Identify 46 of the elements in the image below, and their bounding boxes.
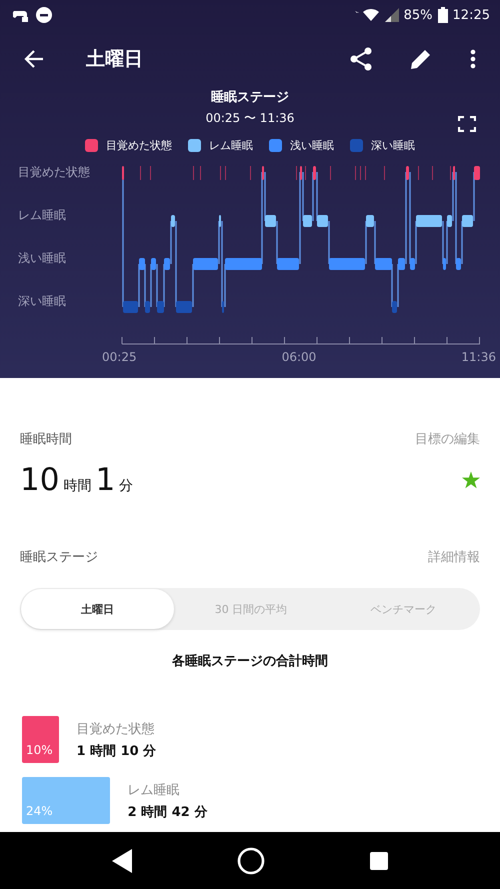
stage-duration: 1 時間 10 分 bbox=[76, 742, 156, 760]
stage-axis-label: レム睡眠 bbox=[17, 207, 67, 224]
page-title: 土曜日 bbox=[86, 47, 143, 72]
time-axis-label: 11:36 bbox=[461, 350, 496, 364]
star-icon bbox=[462, 471, 480, 489]
stage-name: レム睡眠 bbox=[128, 782, 181, 798]
more-menu-icon[interactable] bbox=[470, 49, 476, 69]
hours-unit: 時間 bbox=[63, 477, 92, 495]
stage-name: 目覚めた状態 bbox=[76, 720, 156, 738]
details-link[interactable]: 詳細情報 bbox=[428, 548, 480, 566]
do-not-disturb-icon bbox=[36, 7, 52, 23]
stage-percent-bar: 10% bbox=[22, 716, 58, 763]
fullscreen-icon[interactable] bbox=[458, 116, 476, 132]
legend-label: 浅い睡眠 bbox=[290, 138, 334, 152]
pencil-icon[interactable] bbox=[410, 48, 432, 70]
recents-icon[interactable] bbox=[370, 852, 388, 870]
segment-tab[interactable]: 土曜日 bbox=[21, 589, 174, 629]
clock-time: 12:25 bbox=[452, 8, 490, 22]
segment-tab[interactable]: 30 日間の平均 bbox=[174, 588, 328, 630]
section-title: 睡眠ステージ bbox=[20, 549, 98, 566]
battery-percent: 85% bbox=[404, 8, 433, 22]
legend-label: 目覚めた状態 bbox=[106, 138, 172, 152]
signal-icon bbox=[384, 8, 399, 22]
home-icon[interactable] bbox=[236, 846, 265, 874]
stage-axis-label: 目覚めた状態 bbox=[17, 164, 91, 181]
stage-axis-label: 浅い睡眠 bbox=[17, 250, 67, 267]
section-title: 睡眠時間 bbox=[20, 431, 72, 448]
time-axis-label: 00:25 bbox=[102, 350, 137, 364]
back-arrow-icon[interactable] bbox=[24, 50, 44, 68]
edit-goal-link[interactable]: 目標の編集 bbox=[415, 430, 480, 448]
hours-value: 10 bbox=[20, 462, 60, 498]
stage-duration: 2 時間 42 分 bbox=[128, 804, 208, 820]
legend-label: レム睡眠 bbox=[209, 138, 253, 152]
segment-tab[interactable]: ベンチマーク bbox=[327, 588, 480, 630]
share-icon[interactable] bbox=[350, 47, 372, 71]
minutes-value: 1 bbox=[95, 462, 116, 498]
battery-icon bbox=[438, 7, 448, 23]
chart-title: 睡眠ステージ bbox=[211, 89, 289, 106]
legend-label: 深い睡眠 bbox=[371, 138, 415, 152]
stage-percent-bar: 24% bbox=[22, 777, 110, 824]
stage-summary-title: 各睡眠ステージの合計時間 bbox=[171, 652, 329, 670]
back-icon[interactable] bbox=[112, 848, 132, 872]
minutes-unit: 分 bbox=[119, 477, 134, 495]
time-range: 00:25 〜 11:36 bbox=[206, 110, 294, 127]
time-axis-label: 06:00 bbox=[282, 350, 316, 364]
stage-axis-label: 深い睡眠 bbox=[17, 293, 67, 310]
